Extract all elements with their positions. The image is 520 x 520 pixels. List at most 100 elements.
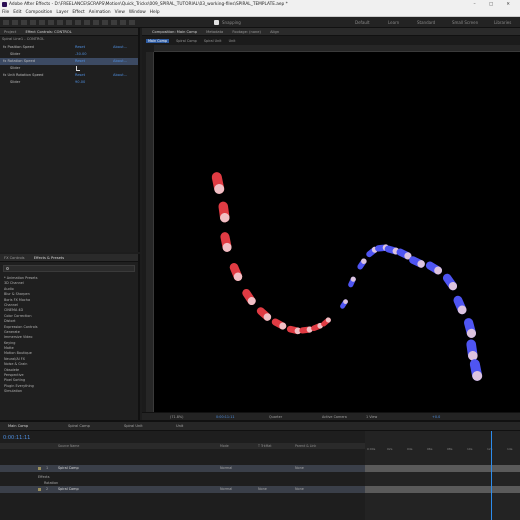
clone-tool-icon[interactable]	[102, 20, 108, 25]
tab-tl-unit[interactable]: Unit	[176, 422, 183, 431]
pen-tool-icon[interactable]	[75, 20, 81, 25]
snapping-checkbox[interactable]	[214, 20, 219, 25]
ruler-tick-label: 10s	[467, 447, 473, 451]
menu-view[interactable]: View	[115, 9, 125, 16]
about-link[interactable]: About...	[113, 44, 127, 51]
fx-rotation-slider[interactable]: Slider	[0, 65, 138, 72]
col-parent: Parent & Link	[295, 444, 317, 448]
layer-duration-bar[interactable]	[365, 465, 520, 472]
about-link[interactable]: About...	[113, 72, 127, 79]
effects-category-item[interactable]: Simulation	[0, 389, 138, 394]
zoom-tool-icon[interactable]	[30, 20, 36, 25]
tab-align[interactable]: Align	[266, 28, 283, 35]
workspace-learn[interactable]: Learn	[388, 17, 399, 28]
tab-tl-main-comp[interactable]: Main Comp	[8, 422, 28, 431]
tab-effect-controls[interactable]: Effect Controls: CONTROL	[21, 28, 75, 35]
menu-edit[interactable]: Edit	[13, 9, 21, 16]
timeline-timecode[interactable]: 0:00:11:11	[3, 435, 30, 441]
ruler-tick-label: 04s	[407, 447, 413, 451]
reset-link[interactable]: Reset	[75, 72, 85, 79]
text-tool-icon[interactable]	[84, 20, 90, 25]
fx-unit-rotation-slider[interactable]: Slider 90.00	[0, 79, 138, 86]
slider-value[interactable]: -30.00	[75, 51, 87, 58]
spiral-unit-capsule	[340, 299, 348, 309]
layer-row[interactable]: 1 Spiral Comp Normal None	[0, 465, 365, 472]
roto-tool-icon[interactable]	[120, 20, 126, 25]
workspace-standard[interactable]: Standard	[417, 17, 435, 28]
layer-parent[interactable]: None	[295, 465, 304, 472]
time-ruler[interactable]: 0:00s 02s 04s 06s 08s 10s 12s 14s	[365, 446, 520, 452]
tab-tl-spiral-unit[interactable]: Spiral Unit	[124, 422, 143, 431]
reset-link[interactable]: Reset	[75, 44, 85, 51]
spiral-unit-capsule	[409, 256, 425, 268]
puppet-tool-icon[interactable]	[129, 20, 135, 25]
crumb-unit[interactable]: Unit	[223, 39, 236, 43]
workspace-libraries[interactable]: Libraries	[494, 17, 511, 28]
slider-value[interactable]: 90.00	[75, 79, 85, 86]
layer-duration-bar[interactable]	[365, 486, 520, 493]
workspace-default[interactable]: Default	[355, 17, 370, 28]
tool-buttons	[3, 20, 135, 25]
pan-tool-icon[interactable]	[57, 20, 63, 25]
tab-footage[interactable]: Footage: (none)	[228, 28, 265, 35]
tab-fx-controls[interactable]: FX Controls	[0, 254, 29, 261]
tab-effects-presets[interactable]: Effects & Presets	[30, 254, 68, 261]
effects-presets-panel: FX Controls Effects & Presets * Animatio…	[0, 254, 140, 420]
reset-link[interactable]: Reset	[75, 58, 85, 65]
label-color-swatch[interactable]	[38, 488, 41, 491]
menu-effect[interactable]: Effect	[72, 9, 84, 16]
tab-tl-spiral-comp[interactable]: Spiral Comp	[68, 422, 90, 431]
fx-position-speed[interactable]: fx Position Speed Reset About...	[0, 44, 138, 51]
crumb-spiral-unit[interactable]: Spiral Unit	[198, 39, 222, 43]
selection-tool-icon[interactable]	[12, 20, 18, 25]
layer-mode[interactable]: Normal	[220, 465, 232, 472]
menu-file[interactable]: File	[2, 9, 9, 16]
effects-panel-tabs: FX Controls Effects & Presets	[0, 254, 138, 262]
effects-search-input[interactable]	[3, 265, 135, 272]
fx-position-slider[interactable]: Slider -30.00	[0, 51, 138, 58]
crumb-spiral-comp[interactable]: Spiral Comp	[170, 39, 197, 43]
effects-category-list: * Animation Presets 3D Channel Audio Blur &…	[0, 276, 138, 395]
home-tool-icon[interactable]	[3, 20, 9, 25]
col-mode: Mode	[220, 444, 229, 448]
menu-animation[interactable]: Animation	[89, 9, 111, 16]
tab-metadata[interactable]: Metadata	[202, 28, 227, 35]
after-effects-app-icon	[2, 2, 7, 7]
eraser-tool-icon[interactable]	[111, 20, 117, 25]
layer-name[interactable]: Spiral Comp	[58, 465, 79, 472]
workspace-small-screen[interactable]: Small Screen	[452, 17, 478, 28]
menu-composition[interactable]: Composition	[26, 9, 53, 16]
tab-composition-main[interactable]: Composition: Main Comp	[142, 28, 201, 35]
spiral-unit-capsule	[463, 318, 477, 338]
effect-controls-panel: Project Effect Controls: CONTROL Spiral …	[0, 28, 140, 252]
layer-trkmat[interactable]: None	[258, 486, 267, 493]
tab-project[interactable]: Project	[0, 28, 20, 35]
menu-layer[interactable]: Layer	[56, 9, 68, 16]
spiral-artwork	[211, 172, 483, 381]
playhead[interactable]	[491, 431, 492, 520]
comp-viewer[interactable]	[154, 52, 520, 412]
mask-tool-icon[interactable]	[66, 20, 72, 25]
rotate-tool-icon[interactable]	[39, 20, 45, 25]
window-title: Adobe After Effects - D:\FREELANCE\SCRAP…	[9, 2, 288, 7]
about-link[interactable]: About...	[113, 58, 127, 65]
layer-mode[interactable]: Normal	[220, 486, 232, 493]
col-source-name: Source Name	[58, 444, 80, 448]
menu-help[interactable]: Help	[150, 9, 160, 16]
window-controls[interactable]: – □ ✕	[473, 0, 516, 9]
layer-name[interactable]: Spiral Comp	[58, 486, 79, 493]
camera-tool-icon[interactable]	[48, 20, 54, 25]
hand-tool-icon[interactable]	[21, 20, 27, 25]
crumb-main-comp[interactable]: Main Comp	[146, 39, 170, 43]
layer-parent[interactable]: None	[295, 486, 304, 493]
layer-column-headers: Source Name Mode T TrkMat Parent & Link	[0, 443, 365, 449]
fx-unit-rotation-speed[interactable]: fx Unit Rotation Speed Reset About...	[0, 72, 138, 79]
timeline-panel: Main Comp Spiral Comp Spiral Unit Unit 0…	[0, 420, 520, 520]
label-color-swatch[interactable]	[38, 467, 41, 470]
fx-rotation-speed[interactable]: fx Rotation Speed Reset About...	[0, 58, 138, 65]
layer-row[interactable]: 2 Spiral Comp Normal None None	[0, 486, 365, 493]
brush-tool-icon[interactable]	[93, 20, 99, 25]
menu-window[interactable]: Window	[129, 9, 146, 16]
timeline-track-area[interactable]: 0:00s 02s 04s 06s 08s 10s 12s 14s	[365, 431, 520, 520]
layer-number: 1	[46, 466, 49, 470]
